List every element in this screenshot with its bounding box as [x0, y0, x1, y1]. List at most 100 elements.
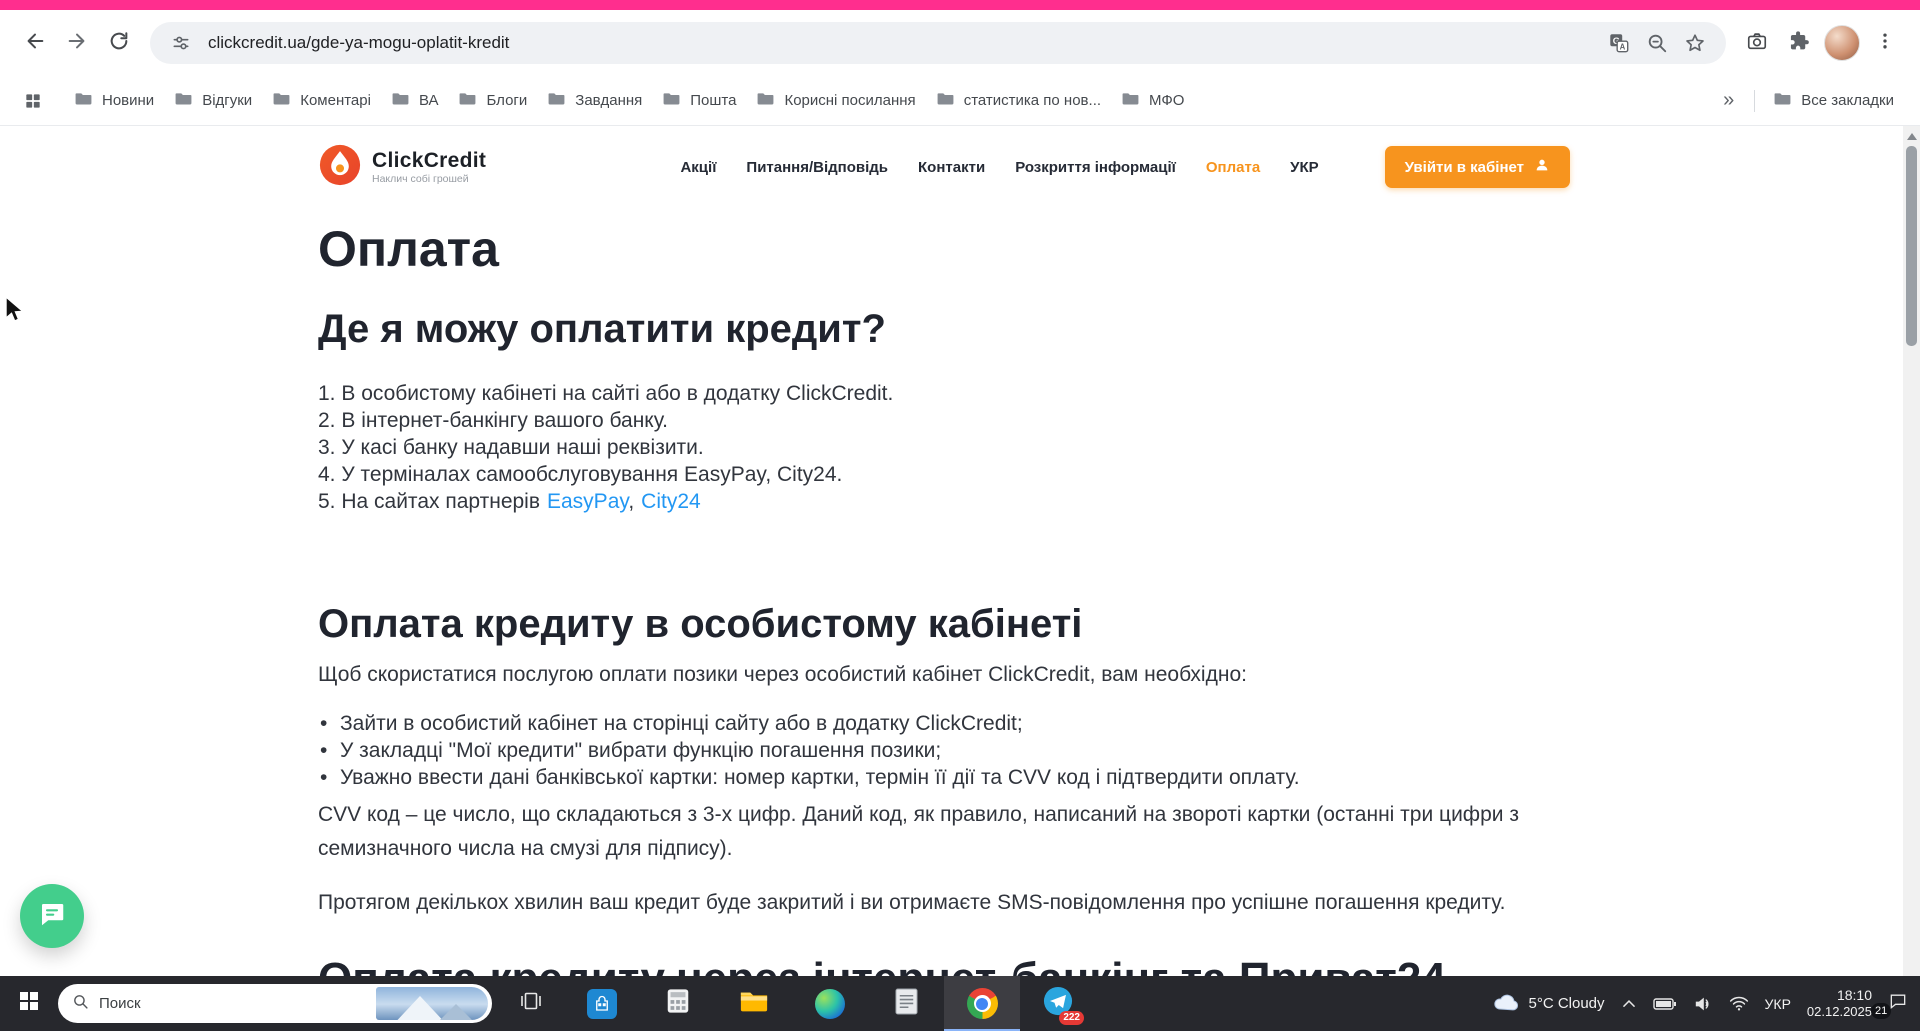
weather-widget[interactable]: 5°C Cloudy: [1493, 991, 1605, 1016]
bookmarks-bar: Новини Відгуки Коментарі ВА Блоги Завдан…: [0, 76, 1920, 126]
scrollbar-thumb[interactable]: [1906, 146, 1917, 346]
address-bar[interactable]: clickcredit.ua/gde-ya-mogu-oplatit-kredi…: [150, 22, 1726, 64]
notepad-taskbar-icon[interactable]: [868, 976, 944, 1031]
bookmark-label: Пошта: [690, 92, 737, 109]
list-item: 4. У терміналах самообслуговування EasyP…: [318, 463, 843, 486]
forward-button[interactable]: [56, 22, 98, 64]
apps-grid-icon[interactable]: [16, 84, 50, 118]
search-highlight-image[interactable]: [376, 987, 488, 1020]
cabinet-heading: Оплата кредиту в особистому кабінеті: [318, 602, 1083, 646]
system-tray: 5°C Cloudy УКР 18:10 02.12.2025 21: [1493, 987, 1920, 1020]
volume-icon[interactable]: [1693, 996, 1713, 1012]
taskbar-clock[interactable]: 18:10 02.12.2025: [1807, 987, 1872, 1020]
city24-link[interactable]: City24: [641, 490, 701, 513]
telegram-taskbar-icon[interactable]: 222: [1020, 976, 1096, 1031]
list-item: Уважно ввести дані банківської картки: н…: [318, 764, 1600, 791]
clock-time: 18:10: [1836, 987, 1872, 1003]
bookmark-item[interactable]: Коментарі: [262, 84, 381, 118]
bookmark-label: Блоги: [486, 92, 528, 109]
scrollbar-up-arrow-icon[interactable]: [1906, 133, 1917, 140]
language-indicator[interactable]: УКР: [1765, 996, 1791, 1012]
nav-item-contacts[interactable]: Контакти: [918, 159, 985, 176]
bookmarks-overflow-chevron[interactable]: »: [1711, 89, 1746, 112]
telegram-unread-badge: 222: [1059, 1011, 1084, 1025]
start-button[interactable]: [0, 976, 58, 1031]
bookmark-label: Завдання: [575, 92, 643, 109]
site-info-icon[interactable]: [166, 28, 196, 58]
bookmark-item[interactable]: МФО: [1111, 84, 1194, 118]
calculator-taskbar-icon[interactable]: [640, 976, 716, 1031]
file-explorer-taskbar-icon[interactable]: [716, 976, 792, 1031]
camera-icon: [1746, 30, 1768, 57]
list-item: Зайти в особистий кабінет на сторінці са…: [318, 710, 1600, 737]
bookmarks-divider: [1754, 89, 1756, 112]
nav-item-disclosure[interactable]: Розкриття інформації: [1015, 159, 1176, 176]
back-button[interactable]: [14, 22, 56, 64]
where-pay-heading: Де я можу оплатити кредит?: [318, 307, 886, 351]
task-view-button[interactable]: [498, 976, 564, 1031]
bookmark-item[interactable]: ВА: [381, 84, 449, 118]
list-item: 1. В особистому кабінеті на сайті або в …: [318, 382, 894, 405]
logo-title: ClickCredit: [372, 148, 487, 172]
bookmark-label: Корисні посилання: [784, 92, 916, 109]
url-text[interactable]: clickcredit.ua/gde-ya-mogu-oplatit-kredi…: [208, 33, 1596, 53]
puzzle-icon: [1788, 30, 1810, 57]
forward-arrow-icon: [66, 30, 88, 57]
cabinet-steps-list: Зайти в особистий кабінет на сторінці са…: [318, 710, 1600, 791]
nav-item-payment[interactable]: Оплата: [1206, 159, 1260, 176]
nav-item-akcii[interactable]: Акції: [680, 159, 716, 176]
edge-taskbar-icon[interactable]: [792, 976, 868, 1031]
page-viewport: ClickCredit Наклич собі грошей Акції Пит…: [0, 126, 1920, 1031]
calculator-icon: [664, 987, 692, 1020]
store-taskbar-icon[interactable]: [564, 976, 640, 1031]
site-nav: Акції Питання/Відповідь Контакти Розкрит…: [680, 146, 1570, 188]
bookmark-item[interactable]: Пошта: [652, 84, 746, 118]
easypay-link[interactable]: EasyPay: [547, 490, 628, 513]
language-selector[interactable]: УКР: [1290, 159, 1319, 176]
screenshot-button[interactable]: [1736, 22, 1778, 64]
bookmark-item[interactable]: Блоги: [448, 84, 537, 118]
chevron-up-icon[interactable]: [1621, 997, 1637, 1011]
bookmark-item[interactable]: Новини: [64, 84, 164, 118]
all-bookmarks-label: Все закладки: [1801, 92, 1894, 109]
battery-icon[interactable]: [1652, 997, 1677, 1011]
site-logo[interactable]: ClickCredit Наклич собі грошей: [318, 143, 486, 192]
file-explorer-icon: [739, 986, 769, 1021]
login-button[interactable]: Увійти в кабінет: [1384, 146, 1570, 188]
network-icon[interactable]: [1729, 995, 1749, 1012]
windows-logo-icon: [20, 992, 38, 1015]
bookmark-item[interactable]: Завдання: [537, 84, 652, 118]
folder-icon: [1773, 89, 1792, 112]
bookmark-item[interactable]: статистика по нов...: [926, 84, 1111, 118]
translate-icon[interactable]: GA: [1604, 28, 1634, 58]
cloud-icon: [1493, 991, 1519, 1016]
reload-button[interactable]: [98, 22, 140, 64]
chrome-taskbar-icon[interactable]: [944, 976, 1020, 1031]
back-arrow-icon: [24, 30, 46, 57]
bookmark-item[interactable]: Відгуки: [164, 84, 262, 118]
three-dots-icon: [1875, 31, 1895, 56]
chat-widget-button[interactable]: [20, 884, 84, 948]
list-item: 2. В інтернет-банкінгу вашого банку.: [318, 409, 668, 432]
person-icon: [1534, 157, 1550, 177]
folder-icon: [662, 89, 681, 112]
bookmark-label: МФО: [1149, 92, 1185, 109]
login-button-label: Увійти в кабінет: [1404, 158, 1524, 176]
search-placeholder: Поиск: [99, 995, 141, 1012]
profile-avatar[interactable]: [1824, 25, 1860, 61]
zoom-icon[interactable]: [1642, 28, 1672, 58]
nav-item-faq[interactable]: Питання/Відповідь: [746, 159, 888, 176]
task-view-icon: [519, 989, 543, 1018]
notification-center-button[interactable]: 21: [1871, 991, 1908, 1019]
window-theme-strip: [0, 0, 1920, 10]
all-bookmarks-button[interactable]: Все закладки: [1763, 84, 1904, 118]
bookmark-star-icon[interactable]: [1680, 28, 1710, 58]
page-scrollbar[interactable]: [1903, 126, 1920, 1031]
clock-date: 02.12.2025: [1806, 1004, 1872, 1019]
browser-menu-button[interactable]: [1864, 22, 1906, 64]
taskbar-search-box[interactable]: Поиск: [58, 984, 492, 1023]
extensions-button[interactable]: [1778, 22, 1820, 64]
folder-icon: [547, 89, 566, 112]
chat-bubble-icon: [37, 899, 67, 934]
bookmark-item[interactable]: Корисні посилання: [746, 84, 925, 118]
